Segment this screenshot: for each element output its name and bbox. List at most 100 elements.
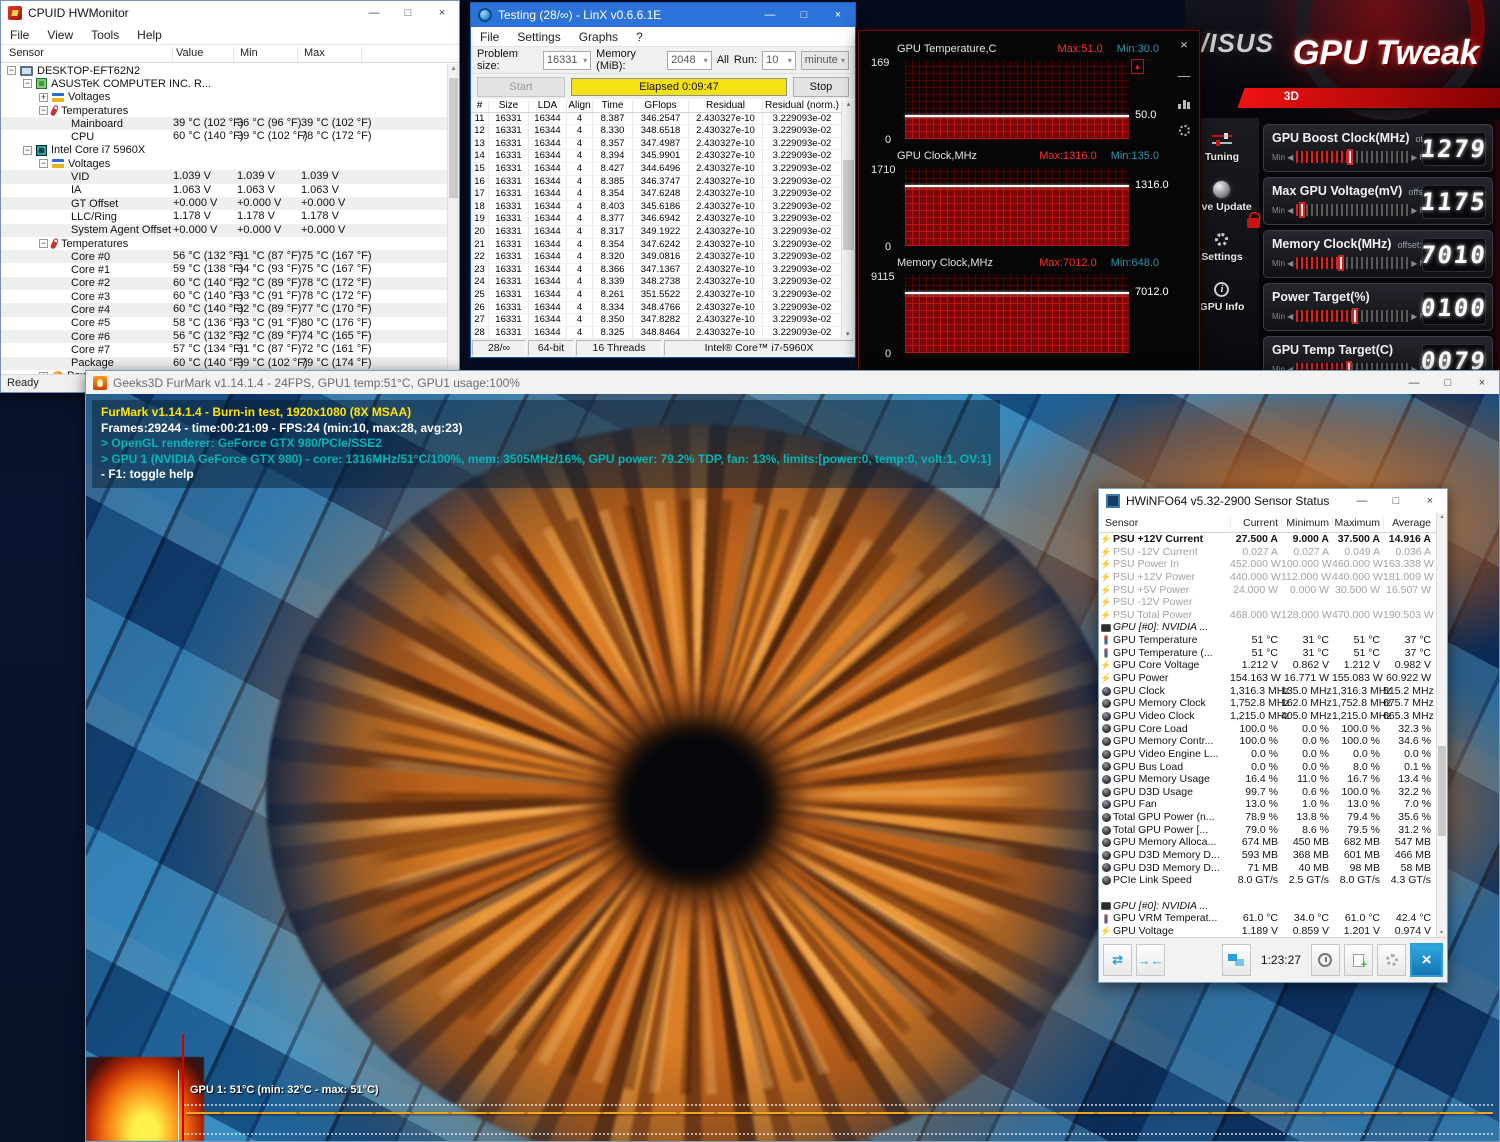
result-row[interactable]: 26 16331 16344 4 8.334 348.4766 2.430327e-10 3.… (471, 301, 841, 315)
hwmonitor-titlebar[interactable]: CPUID HWMonitor — □ × (1, 1, 459, 25)
minimize-button[interactable]: — (753, 3, 787, 27)
maximize-button[interactable]: □ (1431, 371, 1465, 394)
maximize-button[interactable]: □ (787, 3, 821, 27)
tree-row-core-4[interactable]: Core #4 60 °C (140 °F) 32 °C (89 °F) 77 °C … (1, 303, 447, 317)
column-header-time[interactable]: Time (593, 100, 633, 112)
sensor-row-gpu-core-voltage[interactable]: ⚡ GPU Core Voltage 1.212 V 0.862 V 1.212 V 0.… (1099, 659, 1436, 672)
sensor-row-total-gpu-power-n[interactable]: Total GPU Power (n... 78.9 % 13.8 % 79.4 % 3… (1099, 811, 1436, 824)
column-header-sensor[interactable]: Sensor (1099, 517, 1230, 529)
tree-expander-icon[interactable]: − (39, 159, 48, 169)
sensor-row-pcie-link-speed[interactable]: PCIe Link Speed 8.0 GT/s 2.5 GT/s 8.0 GT/s 4… (1099, 874, 1436, 887)
sensor-row-gpu-d3d-usage[interactable]: GPU D3D Usage 99.7 % 0.6 % 100.0 % 32.2 % (1099, 786, 1436, 799)
column-header-max[interactable]: Max (304, 47, 325, 59)
sensor-row-gpu-memory-alloca[interactable]: GPU Memory Alloca... 674 MB 450 MB 682 MB 54… (1099, 836, 1436, 849)
sensor-row-psu-12v-power[interactable]: ⚡ PSU +12V Power 440.000 W 112.000 W 440.000… (1099, 571, 1436, 584)
tree-row-core-1[interactable]: Core #1 59 °C (138 °F) 34 °C (93 °F) 75 °C … (1, 263, 447, 276)
sensor-row-gpu-temperature[interactable]: GPU Temperature 51 °C 31 °C 51 °C 37 °C (1099, 634, 1436, 647)
tree-row-core-2[interactable]: Core #2 60 °C (140 °F) 32 °C (89 °F) 78 °C … (1, 276, 447, 291)
tree-row-core-0[interactable]: Core #0 56 °C (132 °F) 31 °C (87 °F) 75 °C … (1, 250, 447, 264)
close-sensors-button[interactable]: × (1410, 943, 1443, 977)
close-button[interactable]: × (1413, 489, 1447, 513)
collapse-columns-button[interactable]: →← (1136, 944, 1166, 976)
result-row[interactable]: 17 16331 16344 4 8.354 347.6248 2.430327e-10 3.… (471, 188, 841, 201)
column-header-residual-norm[interactable]: Residual (norm.) (763, 100, 841, 112)
sensor-row-gpu-power[interactable]: ⚡ GPU Power 154.163 W 16.771 W 155.083 W 60.9… (1099, 672, 1436, 685)
column-header-maximum[interactable]: Maximum (1332, 516, 1383, 529)
sensor-row-psu-total-power[interactable]: ⚡ PSU Total Power 468.000 W 128.000 W 470.00… (1099, 609, 1436, 622)
tree-expander-icon[interactable]: − (7, 66, 16, 76)
sensor-row-psu-5v-power[interactable]: ⚡ PSU +5V Power 24.000 W 0.000 W 30.500 W 16.… (1099, 584, 1436, 597)
tree-row-temperatures[interactable]: − Temperatures (1, 104, 447, 117)
sensor-row-psu-power-in[interactable]: ⚡ PSU Power In 452.000 W 100.000 W 460.000 W… (1099, 558, 1436, 571)
all-label[interactable]: All (717, 54, 729, 66)
minimize-icon[interactable]: — (1178, 68, 1191, 83)
linx-scrollbar[interactable]: ▴ ▾ (841, 100, 855, 339)
maximize-button[interactable]: □ (391, 1, 425, 25)
column-header-size[interactable]: Size (489, 100, 529, 112)
sensor-row-gpu-d3d-memory-d[interactable]: GPU D3D Memory D... 593 MB 368 MB 601 MB 466… (1099, 849, 1436, 862)
scrollbar-thumb[interactable] (1438, 746, 1446, 837)
column-header-sensor[interactable]: Sensor (9, 47, 44, 59)
hwinfo-scrollbar[interactable]: ▴ ▾ (1436, 513, 1447, 937)
graph-icon[interactable] (1178, 99, 1190, 109)
hwinfo-column-header[interactable]: Sensor Current Minimum Maximum Average (1099, 513, 1436, 533)
tree-row-system-agent-offset[interactable]: System Agent Offset +0.000 V +0.000 V +0.00… (1, 223, 447, 237)
result-row[interactable]: 27 16331 16344 4 8.350 347.8282 2.430327e-10 3.… (471, 314, 841, 327)
sensor-group-header[interactable]: GPU [#0]: NVIDIA ... (1099, 900, 1436, 913)
slider-thumb[interactable] (1338, 255, 1345, 271)
sensor-row-gpu-bus-load[interactable]: GPU Bus Load 0.0 % 0.0 % 8.0 % 0.1 % (1099, 761, 1436, 774)
minimize-button[interactable]: — (357, 1, 391, 25)
tree-row-voltages[interactable]: − Voltages (1, 157, 447, 170)
result-row[interactable]: 19 16331 16344 4 8.377 346.6942 2.430327e-10 3.… (471, 213, 841, 226)
alarm-icon[interactable]: ▲ (1131, 59, 1144, 74)
result-row[interactable]: 16 16331 16344 4 8.385 346.3747 2.430327e-10 3.… (471, 175, 841, 189)
result-row[interactable]: 21 16331 16344 4 8.354 347.6242 2.430327e-10 3.… (471, 238, 841, 252)
sensor-row-gpu-clock[interactable]: GPU Clock 1,316.3 MHz 135.0 MHz 1,316.3 MHz… (1099, 685, 1436, 698)
sidebar-item-gpu-info[interactable]: i GPU Info (1200, 280, 1244, 313)
slider[interactable] (1296, 202, 1409, 218)
column-header-residual[interactable]: Residual (689, 100, 763, 112)
menu-item-view[interactable]: View (38, 28, 82, 42)
run-select[interactable]: 10 ▾ (762, 50, 796, 70)
result-row[interactable]: 15 16331 16344 4 8.427 344.6496 2.430327e-10 3.… (471, 162, 841, 176)
clock-button[interactable] (1310, 944, 1341, 976)
sensor-row-psu-12v-power[interactable]: ⚡ PSU -12V Power (1099, 596, 1436, 609)
run-unit-select[interactable]: minute ▾ (800, 50, 850, 70)
minimize-button[interactable]: — (1397, 371, 1431, 394)
tree-expander-icon[interactable]: − (23, 79, 32, 89)
gear-icon[interactable] (1178, 125, 1190, 136)
problem-size-select[interactable]: 16331 ▾ (542, 50, 592, 70)
result-row[interactable]: 22 16331 16344 4 8.320 349.0816 2.430327e-10 3.… (471, 251, 841, 264)
sidebar-item-live-update[interactable]: Live Update (1192, 180, 1252, 213)
scrollbar-thumb[interactable] (449, 78, 458, 198)
slider-thumb[interactable] (1298, 202, 1305, 218)
result-row[interactable]: 25 16331 16344 4 8.261 351.5522 2.430327e-10 3.… (471, 288, 841, 302)
close-icon[interactable]: × (1180, 37, 1188, 52)
sensor-row-gpu-voltage[interactable]: ⚡ GPU Voltage 1.189 V 0.859 V 1.201 V 0.974 V (1099, 925, 1436, 937)
settings-button[interactable] (1377, 944, 1407, 976)
result-row[interactable]: 13 16331 16344 4 8.357 347.4987 2.430327e-10 3.… (471, 137, 841, 151)
tree-expander-icon[interactable]: − (23, 145, 32, 155)
sensor-row-gpu-memory-clock[interactable]: GPU Memory Clock 1,752.8 MHz 162.0 MHz 1,75… (1099, 697, 1436, 710)
column-header-align[interactable]: Align (567, 100, 593, 112)
close-button[interactable]: × (425, 1, 459, 25)
hwmonitor-scrollbar[interactable]: ▴ (447, 64, 459, 374)
remote-monitor-button[interactable] (1221, 944, 1251, 976)
menu-item-settings[interactable]: Settings (508, 30, 569, 44)
result-row[interactable]: 23 16331 16344 4 8.366 347.1367 2.430327e-10 3.… (471, 263, 841, 277)
sensor-row-gpu-video-engine-l[interactable]: GPU Video Engine L... 0.0 % 0.0 % 0.0 % 0.0 … (1099, 748, 1436, 761)
tree-row-intel-core-i7-5960x[interactable]: − Intel Core i7 5960X (1, 144, 447, 157)
sensor-row-gpu-core-load[interactable]: GPU Core Load 100.0 % 0.0 % 100.0 % 32.3 % (1099, 723, 1436, 736)
menu-item-[interactable]: ? (627, 30, 652, 44)
hwinfo-titlebar[interactable]: HWiNFO64 v5.32-2900 Sensor Status — □ × (1099, 489, 1447, 513)
sensor-row-total-gpu-power[interactable]: Total GPU Power [... 79.0 % 8.6 % 79.5 % 31.… (1099, 824, 1436, 837)
slider-thumb[interactable] (1351, 308, 1358, 324)
close-button[interactable]: × (821, 3, 855, 27)
sensor-row-psu-12v-current[interactable]: ⚡ PSU -12V Current 0.027 A 0.027 A 0.049 A 0.… (1099, 546, 1436, 559)
column-header-average[interactable]: Average (1383, 516, 1434, 529)
result-row[interactable]: 11 16331 16344 4 8.387 346.2547 2.430327e-10 3.… (471, 112, 841, 126)
linx-table-header[interactable]: # Size LDA Align Time GFlops Residual Residual … (471, 100, 841, 113)
sensor-group-header[interactable]: GPU [#0]: NVIDIA ... (1099, 621, 1436, 634)
slider[interactable] (1296, 255, 1409, 271)
sensor-row-gpu-vrm-temperat[interactable]: GPU VRM Temperat... 61.0 °C 34.0 °C 61.0 °C… (1099, 912, 1436, 925)
